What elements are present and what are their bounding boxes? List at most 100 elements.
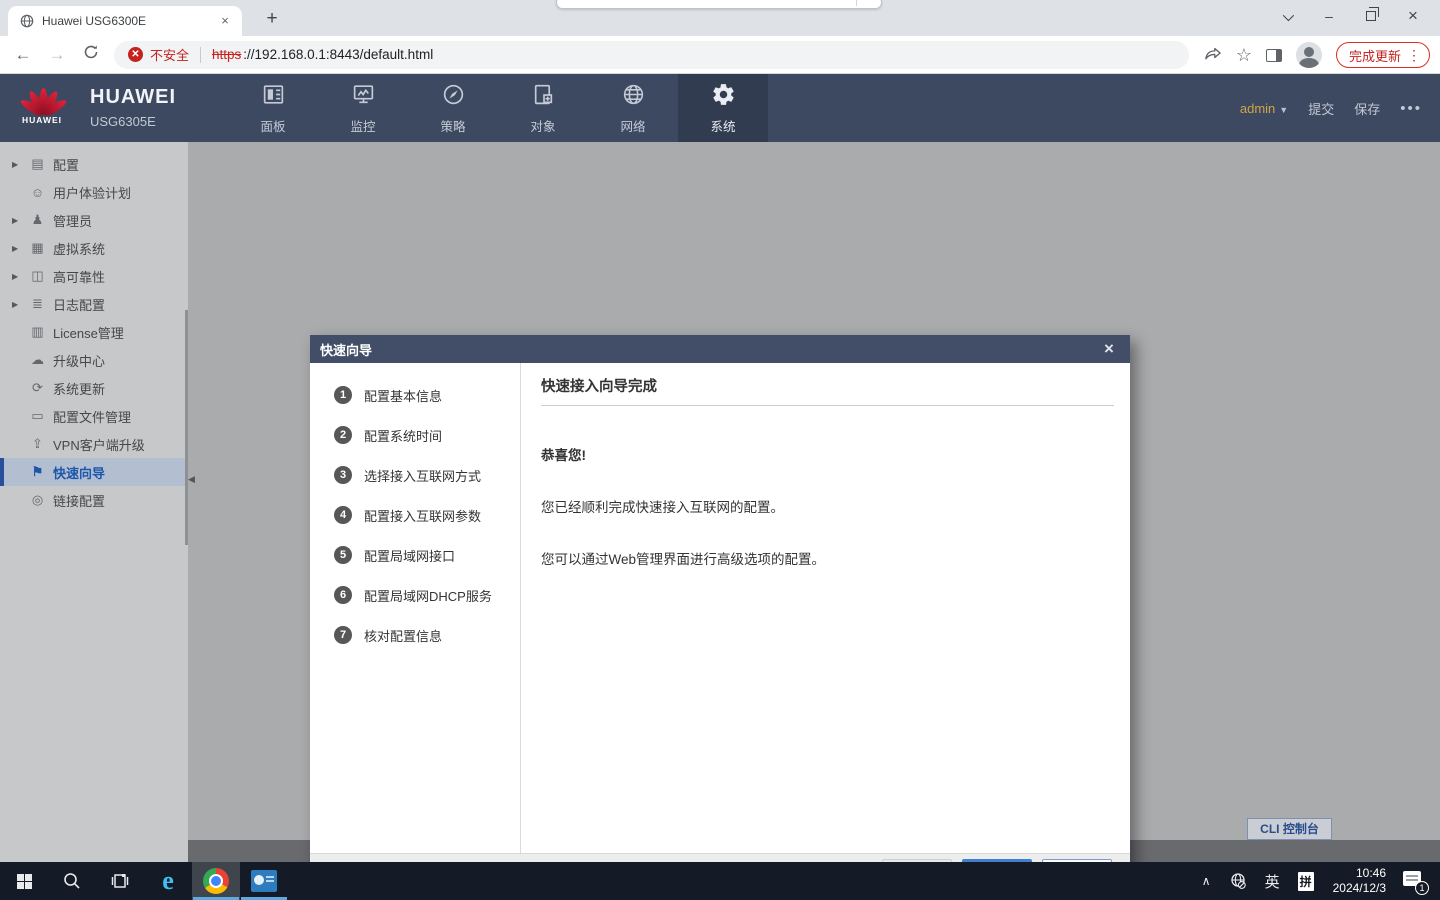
addressbar-right-cluster: ☆ 完成更新 ⋮ (1204, 36, 1430, 74)
step-label: 配置接入互联网参数 (364, 506, 481, 525)
sidebar-item-license[interactable]: ▥ License管理 (0, 318, 188, 346)
huawei-logo-icon (20, 84, 64, 114)
dialog-body: 1 配置基本信息 2 配置系统时间 3 选择接入互联网方式 4 配置接入互联网参… (310, 363, 1130, 853)
expand-arrow-icon: ▶ (12, 160, 22, 169)
step-number-badge: 1 (334, 386, 352, 404)
link-icon: ◎ (29, 492, 46, 508)
close-button[interactable]: × (1392, 6, 1434, 26)
security-label: 不安全 (150, 45, 189, 64)
network-status-icon[interactable] (1220, 872, 1256, 890)
url-text: ://192.168.0.1:8443/default.html (243, 47, 433, 62)
quick-wizard-dialog: 快速向导 × 1 配置基本信息 2 配置系统时间 3 选择接入互联网方式 4 配… (310, 335, 1130, 887)
smiley-icon: ☺ (29, 185, 46, 200)
browser-menu-icon[interactable]: ⋮ (1407, 47, 1421, 64)
step-label: 配置基本信息 (364, 386, 442, 405)
sidebar-item-high-availability[interactable]: ▶ ◫ 高可靠性 (0, 262, 188, 290)
dialog-close-icon[interactable]: × (1098, 339, 1120, 359)
chrome-taskbar-button[interactable] (192, 862, 240, 900)
sidebar-item-config[interactable]: ▶ ▤ 配置 (0, 150, 188, 178)
page-content: ▶ ▤ 配置 ☺ 用户体验计划 ▶ ♟ 管理员 ▶ ▦ 虚拟系统 ▶ ◫ 高可靠… (0, 142, 1440, 862)
presentation-app-button[interactable] (240, 862, 288, 900)
tray-expand-icon[interactable]: ∧ (1193, 874, 1220, 888)
step-number-badge: 5 (334, 546, 352, 564)
task-view-button[interactable] (96, 862, 144, 900)
more-menu-icon[interactable]: ••• (1400, 100, 1422, 117)
ime-language-indicator[interactable]: 英 (1256, 871, 1289, 892)
tab-object[interactable]: 对象 (498, 74, 588, 142)
system-tray: ∧ 英 拼 10:46 2024/12/3 1 (1193, 862, 1440, 900)
restore-button[interactable] (1350, 8, 1392, 24)
sidebar: ▶ ▤ 配置 ☺ 用户体验计划 ▶ ♟ 管理员 ▶ ▦ 虚拟系统 ▶ ◫ 高可靠… (0, 142, 188, 862)
minimize-button[interactable]: – (1308, 8, 1350, 24)
tab-close-icon[interactable]: × (216, 12, 234, 30)
new-tab-button[interactable]: + (260, 8, 284, 32)
internet-explorer-button[interactable]: e (144, 862, 192, 900)
notification-center-button[interactable]: 1 (1402, 869, 1426, 893)
ime-mode-indicator[interactable]: 拼 (1289, 872, 1323, 891)
tab-network[interactable]: 网络 (588, 74, 678, 142)
header-right-cluster: admin▼ 提交 保存 ••• (1240, 74, 1422, 142)
sidebar-item-virtual-system[interactable]: ▶ ▦ 虚拟系统 (0, 234, 188, 262)
sidebar-scrollbar[interactable] (185, 310, 188, 545)
dialog-titlebar: 快速向导 × (310, 335, 1130, 363)
taskbar-clock[interactable]: 10:46 2024/12/3 (1323, 866, 1396, 896)
presentation-app-icon (251, 870, 277, 892)
bookmark-star-icon[interactable]: ☆ (1236, 45, 1252, 66)
sidebar-item-upgrade-center[interactable]: ☁ 升级中心 (0, 346, 188, 374)
cloud-icon: ☁ (29, 352, 46, 368)
url-protocol: https (212, 47, 241, 62)
ha-icon: ◫ (29, 268, 46, 284)
omnibox-divider (200, 47, 201, 63)
step-label: 配置局域网DHCP服务 (364, 586, 492, 605)
user-menu[interactable]: admin▼ (1240, 101, 1288, 116)
wizard-step: 4 配置接入互联网参数 (310, 495, 520, 535)
app-header: HUAWEI HUAWEI USG6305E 面板 监控 策略 对象 网络 系统… (0, 74, 1440, 142)
sidebar-item-admin[interactable]: ▶ ♟ 管理员 (0, 206, 188, 234)
tab-policy[interactable]: 策略 (408, 74, 498, 142)
reload-icon[interactable] (74, 44, 108, 65)
browser-tab[interactable]: Huawei USG6300E × (8, 6, 242, 36)
object-icon (531, 82, 556, 112)
share-icon[interactable] (1204, 45, 1222, 65)
wizard-steps: 1 配置基本信息 2 配置系统时间 3 选择接入互联网方式 4 配置接入互联网参… (310, 363, 521, 853)
update-chrome-pill[interactable]: 完成更新 ⋮ (1336, 42, 1430, 68)
internet-explorer-icon: e (162, 869, 174, 893)
task-view-icon (110, 871, 130, 891)
profile-avatar[interactable] (1296, 42, 1322, 68)
notification-sliver (556, 0, 882, 9)
side-panel-icon[interactable] (1266, 49, 1282, 62)
url-omnibox[interactable]: ✕ 不安全 https ://192.168.0.1:8443/default.… (114, 41, 1189, 69)
sidebar-collapse-icon[interactable]: ◀ (188, 470, 197, 488)
wizard-step: 5 配置局域网接口 (310, 535, 520, 575)
tab-panel[interactable]: 面板 (228, 74, 318, 142)
windows-taskbar: e ∧ 英 拼 10:46 2024/12/3 1 (0, 862, 1440, 900)
browser-tabstrip: Huawei USG6300E × + – × (0, 0, 1440, 36)
system-update-icon: ⟳ (29, 380, 46, 396)
submit-button[interactable]: 提交 (1308, 99, 1334, 118)
sidebar-item-log-config[interactable]: ▶ ≣ 日志配置 (0, 290, 188, 318)
start-button[interactable] (0, 862, 48, 900)
tab-monitor[interactable]: 监控 (318, 74, 408, 142)
taskbar-search-button[interactable] (48, 862, 96, 900)
sidebar-item-system-update[interactable]: ⟳ 系统更新 (0, 374, 188, 402)
not-secure-icon[interactable]: ✕ (128, 47, 143, 62)
cli-console-button[interactable]: CLI 控制台 (1247, 818, 1332, 840)
forward-icon[interactable]: → (40, 45, 74, 65)
sidebar-item-quick-wizard[interactable]: ⚑ 快速向导 (0, 458, 188, 486)
tab-system[interactable]: 系统 (678, 74, 768, 142)
expand-arrow-icon: ▶ (12, 216, 22, 225)
gear-icon (711, 82, 736, 112)
wizard-heading: 快速接入向导完成 (541, 375, 1114, 396)
tab-search-icon[interactable] (1266, 8, 1308, 24)
brand-name: HUAWEI (90, 86, 176, 109)
step-number-badge: 2 (334, 426, 352, 444)
step-label: 配置系统时间 (364, 426, 442, 445)
back-icon[interactable]: ← (6, 45, 40, 65)
sidebar-item-user-experience[interactable]: ☺ 用户体验计划 (0, 178, 188, 206)
dialog-title: 快速向导 (320, 340, 1098, 359)
sidebar-item-config-file[interactable]: ▭ 配置文件管理 (0, 402, 188, 430)
sidebar-item-vpn-client[interactable]: ⇪ VPN客户端升级 (0, 430, 188, 458)
wizard-content: 快速接入向导完成 恭喜您! 您已经顺利完成快速接入互联网的配置。 您可以通过We… (521, 363, 1130, 853)
save-button[interactable]: 保存 (1354, 99, 1380, 118)
sidebar-item-link-config[interactable]: ◎ 链接配置 (0, 486, 188, 514)
